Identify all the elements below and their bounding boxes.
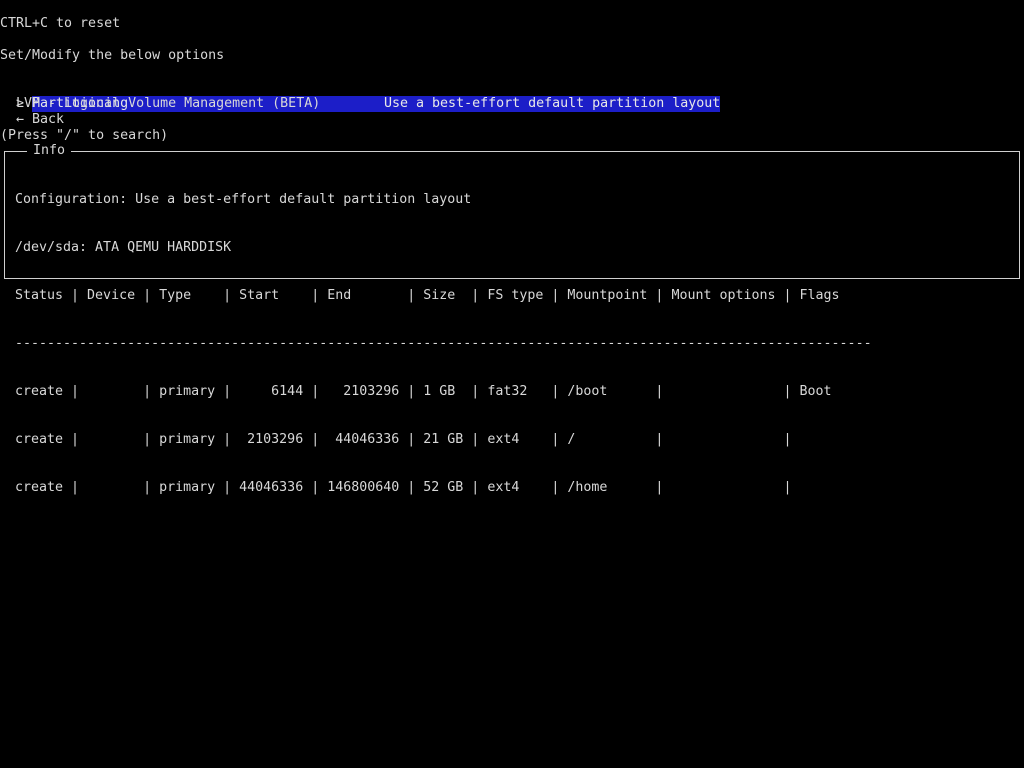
- info-panel-title: Info: [27, 143, 72, 159]
- partition-table-header: Status | Device | Type | Start | End | S…: [15, 288, 840, 303]
- partition-table-row: create | | primary | 6144 | 2103296 | 1 …: [15, 384, 832, 399]
- partition-table-separator: ----------------------------------------…: [15, 336, 872, 351]
- configuration-text: Configuration: Use a best-effort default…: [15, 192, 472, 207]
- partition-table-row: create | | primary | 2103296 | 44046336 …: [15, 432, 792, 447]
- menu-item-partitioning-value: Use a best-effort default partition layo…: [384, 96, 721, 111]
- search-hint: (Press "/" to search): [0, 128, 169, 143]
- reset-hint: CTRL+C to reset: [0, 16, 121, 31]
- info-panel-content: Configuration: Use a best-effort default…: [15, 160, 872, 528]
- menu-item-lvm[interactable]: LVM - Logical Volume Management (BETA): [16, 96, 320, 112]
- partition-table-row: create | | primary | 44046336 | 14680064…: [15, 480, 792, 495]
- menu-item-partitioning[interactable]: > Partitioning Use a best-effort default p…: [0, 80, 720, 112]
- menu-item-back[interactable]: ← Back: [16, 112, 64, 128]
- device-text: /dev/sda: ATA QEMU HARDDISK: [15, 240, 232, 255]
- instructions-text: Set/Modify the below options: [0, 48, 225, 63]
- info-panel: Info Configuration: Use a best-effort de…: [4, 143, 1020, 495]
